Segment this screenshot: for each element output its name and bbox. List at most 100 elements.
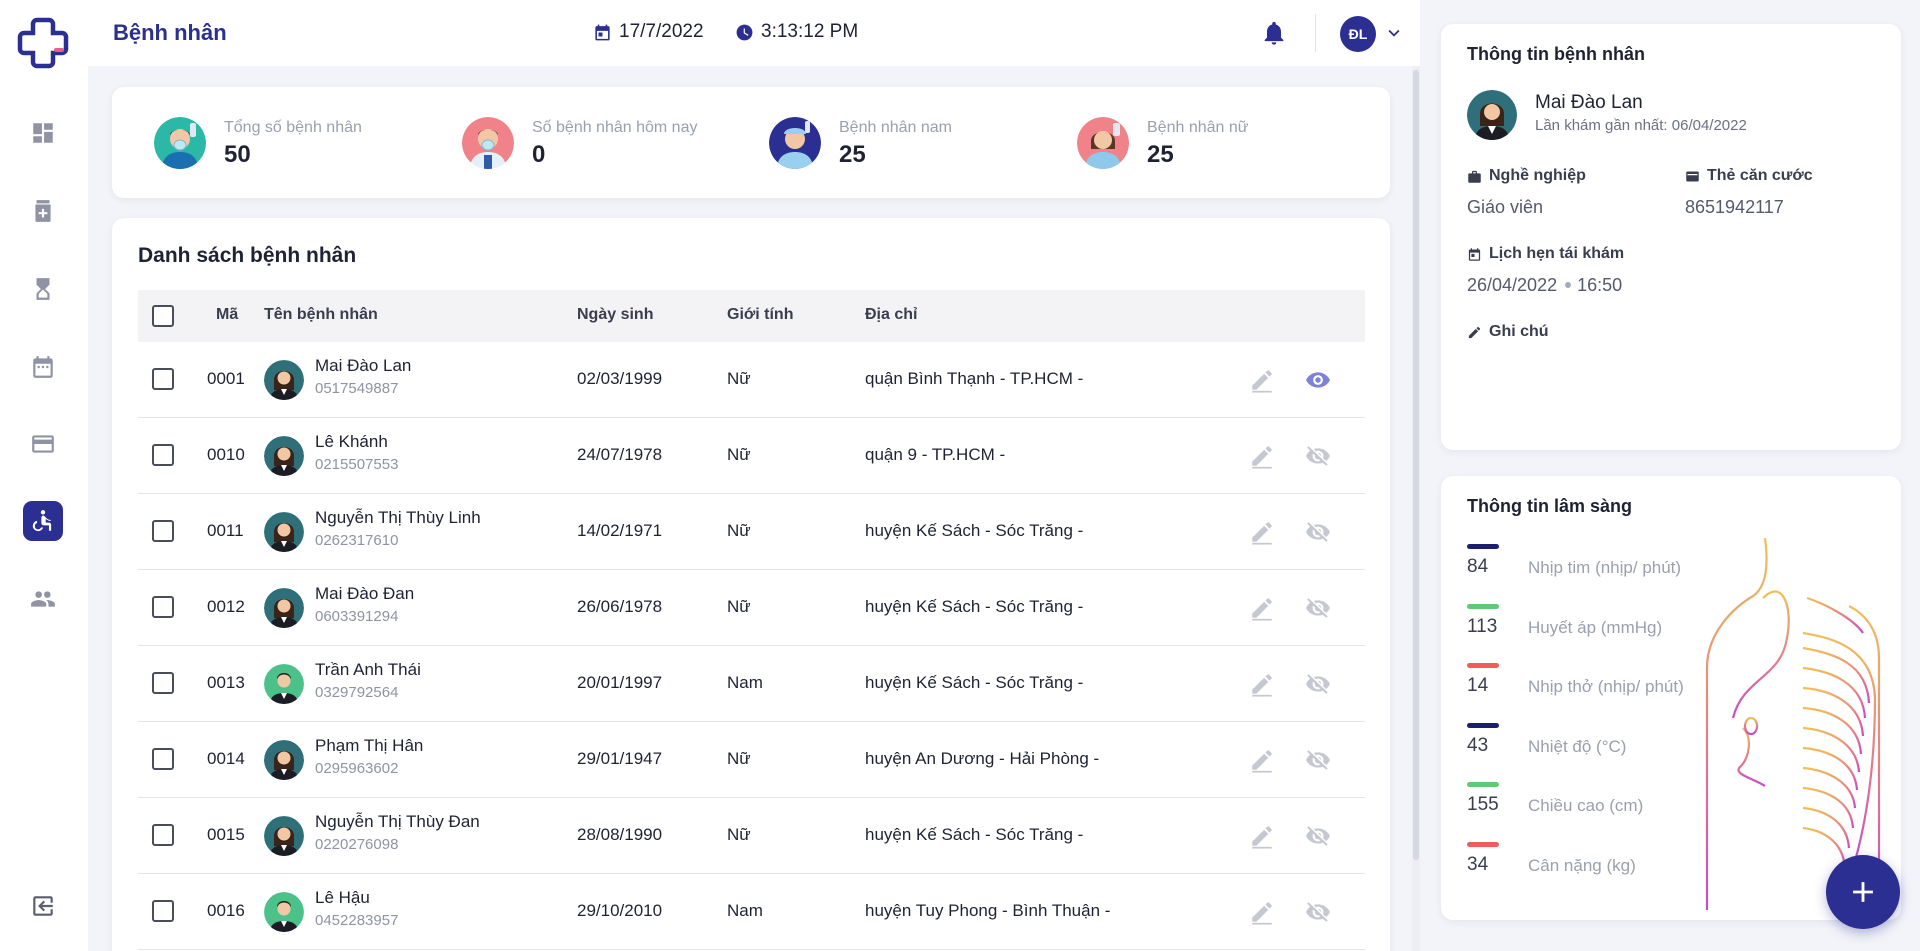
column-header-gender[interactable]: Giới tính — [727, 306, 793, 324]
pencil-icon — [1249, 598, 1275, 625]
sidebar-item-schedule[interactable] — [23, 347, 63, 387]
user-avatar[interactable]: ĐL — [1340, 16, 1376, 52]
row-checkbox[interactable] — [152, 748, 174, 770]
patient-name[interactable]: Mai Đào Đan — [315, 584, 414, 604]
view-toggle-button[interactable] — [1305, 899, 1331, 925]
edit-button[interactable] — [1249, 443, 1275, 469]
logout-button[interactable] — [23, 886, 63, 926]
eye-off-icon — [1305, 902, 1331, 929]
view-toggle-button[interactable] — [1305, 823, 1331, 849]
table-row[interactable]: 0016 Lê Hậu 0452283957 29/10/2010 Nam huyện T… — [138, 874, 1365, 950]
stat-value: 0 — [532, 141, 546, 168]
edit-button[interactable] — [1249, 519, 1275, 545]
plus-icon — [1853, 882, 1873, 902]
view-toggle-button[interactable] — [1305, 443, 1331, 469]
patient-gender: Nữ — [727, 749, 751, 768]
row-checkbox[interactable] — [152, 444, 174, 466]
row-checkbox[interactable] — [152, 368, 174, 390]
view-toggle-button[interactable] — [1305, 519, 1331, 545]
sidebar-item-dashboard[interactable] — [23, 113, 63, 153]
row-checkbox[interactable] — [152, 900, 174, 922]
patient-info-title: Thông tin bệnh nhân — [1467, 44, 1645, 64]
eye-off-icon — [1305, 826, 1331, 853]
table-row[interactable]: 0001 Mai Đào Lan 0517549887 02/03/1999 Nữ quậ… — [138, 342, 1365, 418]
dashboard-icon — [33, 123, 53, 143]
view-toggle-button[interactable] — [1305, 671, 1331, 697]
job-label: Nghề nghiệp — [1467, 167, 1586, 185]
selected-patient-last-visit: Lần khám gần nhất: 06/04/2022 — [1535, 117, 1747, 134]
column-header-name[interactable]: Tên bệnh nhân — [264, 306, 378, 324]
sidebar-item-staff[interactable] — [23, 579, 63, 619]
patient-code: 0014 — [207, 749, 245, 768]
patient-name[interactable]: Mai Đào Lan — [315, 356, 411, 376]
patient-avatar — [264, 664, 304, 704]
view-toggle-button[interactable] — [1305, 595, 1331, 621]
patient-name[interactable]: Lê Hậu — [315, 888, 370, 908]
patient-avatar — [264, 436, 304, 476]
edit-button[interactable] — [1249, 899, 1275, 925]
patient-name[interactable]: Nguyễn Thị Thùy Linh — [315, 508, 481, 528]
table-row[interactable]: 0011 Nguyễn Thị Thùy Linh 0262317610 14/02/… — [138, 494, 1365, 570]
patient-dob: 28/08/1990 — [577, 825, 663, 844]
pencil-icon — [1249, 826, 1275, 853]
patient-name[interactable]: Trần Anh Thái — [315, 660, 421, 680]
appointment-date: 26/04/2022 — [1467, 275, 1558, 295]
column-header-dob[interactable]: Ngày sinh — [577, 306, 653, 324]
sidebar-item-patients[interactable] — [23, 501, 63, 541]
patient-gender: Nữ — [727, 825, 751, 844]
patient-name[interactable]: Lê Khánh — [315, 432, 388, 452]
table-row[interactable]: 0014 Phạm Thị Hân 0295963602 29/01/1947 Nữ hu… — [138, 722, 1365, 798]
patient-name[interactable]: Nguyễn Thị Thùy Đan — [315, 812, 480, 832]
stat-label: Tổng số bệnh nhân — [224, 119, 362, 136]
vital-value: 155 — [1467, 794, 1499, 815]
patient-address: quận 9 - TP.HCM - — [865, 445, 1006, 464]
patient-address: huyện Tuy Phong - Bình Thuận - — [865, 901, 1111, 920]
stat-value: 25 — [839, 141, 866, 168]
column-header-code[interactable]: Mã — [216, 306, 238, 324]
patient-code: 0016 — [207, 901, 245, 920]
table-row[interactable]: 0015 Nguyễn Thị Thùy Đan 0220276098 28/08/1… — [138, 798, 1365, 874]
notification-button[interactable] — [1260, 19, 1288, 47]
sidebar-item-medical[interactable] — [23, 191, 63, 231]
patient-name[interactable]: Phạm Thị Hân — [315, 736, 423, 756]
row-checkbox[interactable] — [152, 824, 174, 846]
table-row[interactable]: 0013 Trần Anh Thái 0329792564 20/01/1997 Nam… — [138, 646, 1365, 722]
patient-oxygen-icon — [154, 117, 206, 169]
patient-info-card: Thông tin bệnh nhân Mai Đào Lan Lần khám… — [1441, 24, 1901, 450]
people-icon — [31, 591, 55, 607]
patient-dob: 29/10/2010 — [577, 901, 663, 920]
edit-button[interactable] — [1249, 823, 1275, 849]
edit-button[interactable] — [1249, 671, 1275, 697]
calendar-icon — [595, 24, 610, 40]
edit-button[interactable] — [1249, 747, 1275, 773]
note-label[interactable]: Ghi chú — [1467, 323, 1549, 341]
female-patient-icon — [1077, 117, 1129, 169]
stat-value: 50 — [224, 141, 251, 168]
appointment-label: Lịch hẹn tái khám — [1467, 245, 1624, 263]
id-card-label-text: Thẻ căn cước — [1707, 167, 1813, 184]
vital-indicator-bar — [1467, 603, 1499, 609]
select-all-checkbox[interactable] — [152, 305, 174, 327]
table-row[interactable]: 0010 Lê Khánh 0215507553 24/07/1978 Nữ quận 9… — [138, 418, 1365, 494]
add-patient-button[interactable] — [1826, 855, 1900, 929]
eye-icon — [1305, 372, 1331, 397]
sidebar-item-queue[interactable] — [23, 269, 63, 309]
eye-off-icon — [1305, 522, 1331, 549]
view-toggle-button[interactable] — [1305, 747, 1331, 773]
patient-avatar — [264, 512, 304, 552]
patient-phone: 0329792564 — [315, 684, 399, 701]
patient-phone: 0215507553 — [315, 456, 399, 473]
table-row[interactable]: 0012 Mai Đào Đan 0603391294 26/06/1978 Nữ huy… — [138, 570, 1365, 646]
sidebar-item-payment[interactable] — [23, 424, 63, 464]
user-menu-toggle[interactable] — [1383, 22, 1405, 44]
logo-icon[interactable] — [16, 16, 70, 70]
edit-button[interactable] — [1249, 595, 1275, 621]
main-scrollbar-thumb[interactable] — [1413, 70, 1419, 860]
row-checkbox[interactable] — [152, 520, 174, 542]
edit-button[interactable] — [1249, 367, 1275, 393]
column-header-address[interactable]: Địa chỉ — [865, 306, 917, 324]
vital-label: Cân nặng (kg) — [1528, 855, 1636, 875]
row-checkbox[interactable] — [152, 596, 174, 618]
view-toggle-button[interactable] — [1305, 367, 1331, 393]
row-checkbox[interactable] — [152, 672, 174, 694]
